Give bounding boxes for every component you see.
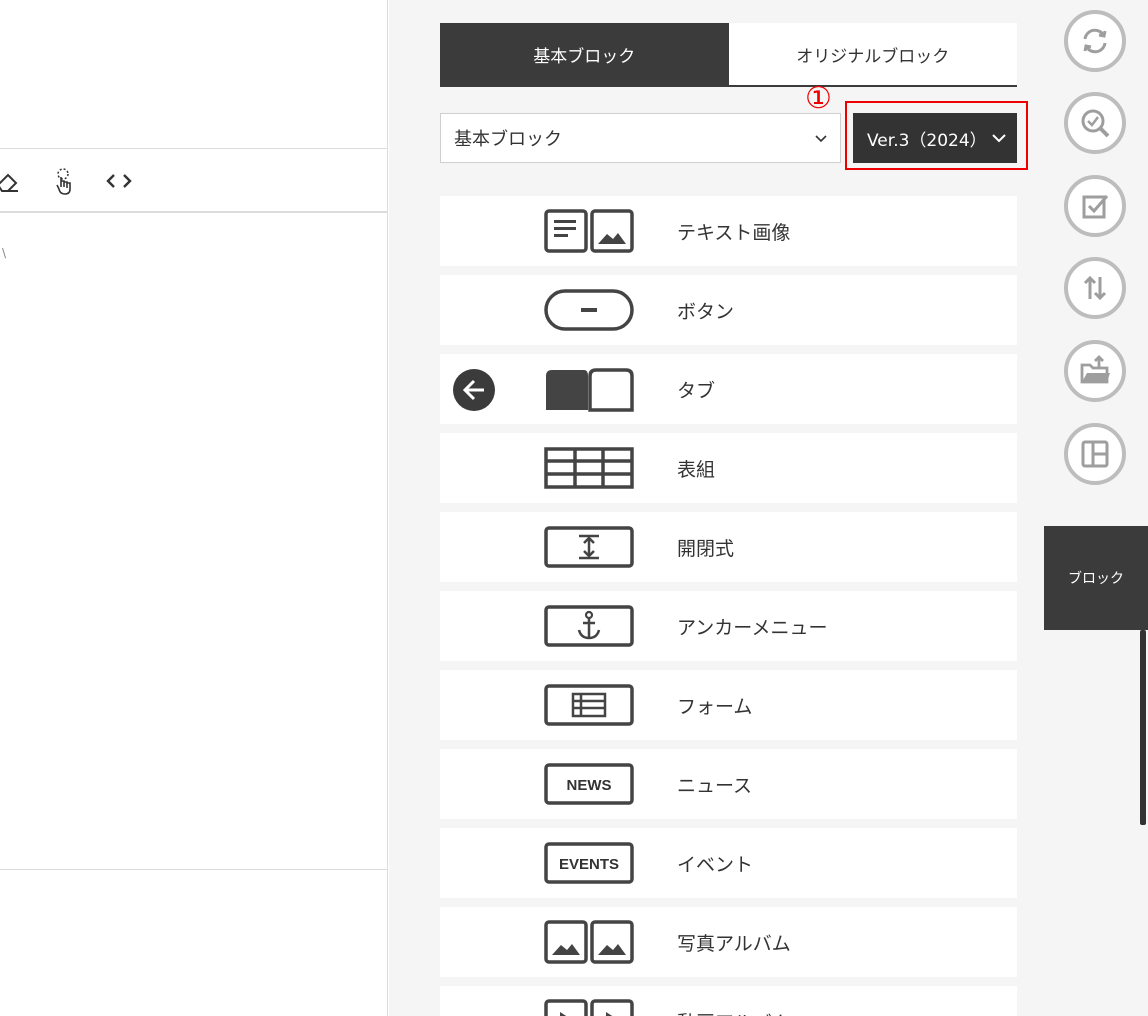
block-item-anchor-menu[interactable]: アンカーメニュー: [440, 591, 1017, 661]
text-image-icon: [544, 209, 634, 253]
block-item-photo-album[interactable]: 写真アルバム: [440, 907, 1017, 977]
annotation-number: ①: [805, 81, 832, 116]
block-label: テキスト画像: [677, 221, 791, 244]
inspect-button[interactable]: [1064, 92, 1126, 154]
arrow-left-icon: [462, 379, 484, 401]
form-icon: [544, 684, 634, 726]
layout-button[interactable]: [1064, 423, 1126, 485]
events-icon: EVENTS: [544, 842, 634, 884]
block-label: 開閉式: [677, 537, 735, 560]
events-icon-text: EVENTS: [559, 856, 619, 873]
block-label: 写真アルバム: [677, 932, 791, 955]
back-arrow-button[interactable]: [453, 369, 495, 411]
anchor-icon: [544, 605, 634, 647]
block-item-news[interactable]: NEWS ニュース: [440, 749, 1017, 819]
tab-original-blocks[interactable]: オリジナルブロック: [728, 23, 1017, 85]
table-icon: [544, 447, 634, 489]
block-label: 動画アルバム: [677, 986, 791, 1016]
block-panel: 基本ブロック オリジナルブロック 基本ブロック ① Ver.3（2024） テキ…: [389, 0, 1044, 1016]
block-item-form[interactable]: フォーム: [440, 670, 1017, 740]
click-select-icon[interactable]: [51, 167, 79, 195]
eraser-icon[interactable]: [0, 167, 22, 195]
block-tabs: 基本ブロック オリジナルブロック: [440, 23, 1017, 87]
check-button[interactable]: [1064, 175, 1126, 237]
news-icon: NEWS: [544, 763, 634, 805]
version-select-value: Ver.3（2024）: [867, 130, 987, 151]
block-item-text-image[interactable]: テキスト画像: [440, 196, 1017, 266]
block-panel-toggle[interactable]: ブロック: [1044, 526, 1148, 630]
block-item-button[interactable]: ボタン: [440, 275, 1017, 345]
checkbox-icon: [1082, 195, 1109, 219]
accordion-icon: [544, 526, 634, 568]
chevron-down-icon: [992, 134, 1006, 143]
editor-mark: \: [2, 246, 7, 260]
block-item-table[interactable]: 表組: [440, 433, 1017, 503]
search-check-icon: [1081, 109, 1110, 138]
block-label: タブ: [677, 379, 716, 402]
block-label: 表組: [677, 458, 716, 481]
tab-icon: [546, 368, 634, 412]
layout-icon: [1081, 440, 1109, 468]
chevron-down-icon: [815, 135, 827, 143]
category-select[interactable]: 基本ブロック: [440, 113, 841, 163]
news-icon-text: NEWS: [567, 777, 612, 794]
code-icon[interactable]: [105, 167, 133, 195]
refresh-icon: [1083, 28, 1107, 54]
category-select-value: 基本ブロック: [454, 129, 562, 150]
folder-export-icon: [1080, 355, 1110, 384]
block-item-accordion[interactable]: 開閉式: [440, 512, 1017, 582]
editor-area: \: [0, 0, 388, 1016]
video-album-icon: [544, 999, 634, 1016]
sort-icon: [1083, 275, 1107, 301]
editor-toolbar: [0, 148, 388, 213]
scrollbar[interactable]: [1140, 630, 1146, 825]
refresh-button[interactable]: [1064, 10, 1126, 72]
block-label: アンカーメニュー: [677, 616, 828, 639]
tool-rail: ブロック: [1044, 0, 1148, 1016]
tab-basic-blocks[interactable]: 基本ブロック: [440, 23, 729, 85]
photo-album-icon: [544, 920, 634, 964]
block-label: イベント: [677, 853, 754, 876]
block-item-events[interactable]: EVENTS イベント: [440, 828, 1017, 898]
block-label: ニュース: [677, 774, 753, 797]
block-item-tab[interactable]: タブ: [440, 354, 1017, 424]
sort-button[interactable]: [1064, 257, 1126, 319]
block-list: テキスト画像 ボタン タブ 表組 開閉式 アンカーメニュー フォーム NEWS …: [440, 196, 1017, 1016]
editor-divider: [0, 869, 388, 870]
export-button[interactable]: [1064, 340, 1126, 402]
block-label: ボタン: [677, 300, 735, 323]
block-label: フォーム: [677, 695, 753, 718]
version-select[interactable]: Ver.3（2024）: [853, 113, 1017, 163]
block-item-video-album[interactable]: 動画アルバム: [440, 986, 1017, 1016]
button-icon: [544, 289, 634, 331]
